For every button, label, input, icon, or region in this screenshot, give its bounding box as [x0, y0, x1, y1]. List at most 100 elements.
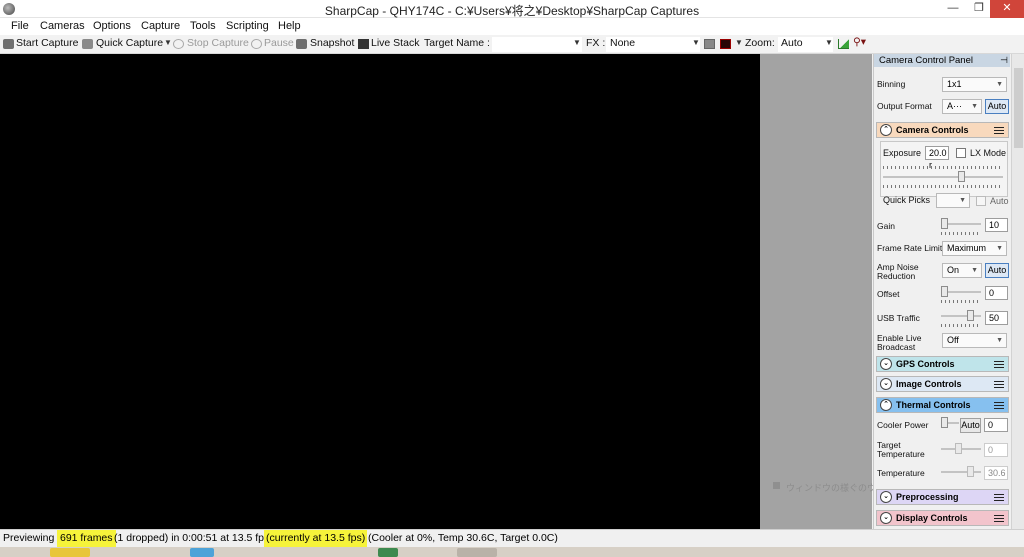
red-filter-icon[interactable] — [720, 39, 731, 49]
quick-capture-dropdown-icon[interactable]: ▼ — [164, 38, 172, 47]
magnifier-icon[interactable]: ⚲▾ — [853, 36, 866, 48]
frame-rate-limit-select[interactable]: Maximum ▼ — [942, 241, 1007, 256]
target-name-input[interactable] — [492, 37, 582, 52]
thermal-controls-header[interactable]: ⌃ Thermal Controls — [876, 397, 1009, 413]
taskbar-item[interactable] — [457, 548, 497, 557]
menu-scripting[interactable]: Scripting — [226, 20, 269, 32]
exposure-slider-thumb[interactable] — [958, 171, 965, 182]
preview-viewport[interactable] — [0, 54, 760, 529]
menu-options[interactable]: Options — [93, 20, 131, 32]
lx-mode-checkbox[interactable] — [956, 148, 966, 158]
stop-icon — [173, 39, 184, 49]
stop-capture-button[interactable]: Stop Capture — [187, 37, 249, 49]
display-controls-header[interactable]: ⌄ Display Controls — [876, 510, 1009, 526]
live-broadcast-select[interactable]: Off ▼ — [942, 333, 1007, 348]
usb-traffic-slider-thumb[interactable] — [967, 310, 974, 321]
menu-icon[interactable] — [994, 381, 1004, 388]
offset-label: Offset — [877, 289, 900, 299]
chart-icon[interactable] — [838, 39, 849, 49]
binning-dropdown-icon: ▼ — [996, 81, 1003, 88]
fx-select[interactable]: None — [606, 37, 700, 52]
quick-capture-button[interactable]: Quick Capture — [96, 37, 163, 49]
menu-icon[interactable] — [994, 361, 1004, 368]
gain-ticks — [941, 232, 979, 235]
amp-noise-auto-button[interactable]: Auto — [985, 263, 1009, 278]
target-temperature-slider-thumb[interactable] — [955, 443, 962, 454]
exposure-input[interactable]: 20.0 r — [925, 146, 949, 170]
cooler-power-auto-button[interactable]: Auto — [960, 418, 981, 433]
live-broadcast-label-line2: Broadcast — [877, 342, 916, 352]
status-bar: Previewing : 691 frames (1 dropped) in 0… — [0, 529, 1024, 547]
binning-select[interactable]: 1x1 ▼ — [942, 77, 1007, 92]
menu-icon[interactable] — [994, 127, 1004, 134]
window-title: SharpCap - QHY174C - C:¥Users¥将之¥Desktop… — [324, 4, 700, 18]
image-controls-header[interactable]: ⌄ Image Controls — [876, 376, 1009, 392]
cooler-power-slider-thumb[interactable] — [941, 417, 948, 428]
offset-slider[interactable] — [941, 286, 981, 298]
offset-ticks — [941, 300, 979, 303]
gain-input[interactable]: 10 — [985, 218, 1008, 232]
quick-picks-auto-checkbox[interactable] — [976, 196, 986, 206]
close-button[interactable]: ✕ — [990, 0, 1024, 18]
start-capture-button[interactable]: Start Capture — [16, 37, 78, 49]
taskbar-item[interactable] — [190, 548, 214, 557]
taskbar-item[interactable] — [50, 548, 90, 557]
fx-dropdown-icon[interactable]: ▼ — [692, 38, 700, 47]
maximize-button[interactable]: ❐ — [966, 0, 992, 18]
gain-slider[interactable] — [941, 218, 981, 230]
pause-button[interactable]: Pause — [264, 37, 294, 49]
expand-icon: ⌄ — [880, 378, 892, 390]
gps-controls-header[interactable]: ⌄ GPS Controls — [876, 356, 1009, 372]
snapshot-icon — [296, 39, 307, 49]
cooler-power-input[interactable]: 0 — [984, 418, 1008, 432]
usb-traffic-input[interactable]: 50 — [985, 311, 1008, 325]
taskbar-item[interactable] — [378, 548, 398, 557]
panel-scrollbar-thumb[interactable] — [1014, 68, 1023, 148]
snapshot-button[interactable]: Snapshot — [310, 37, 354, 49]
panel-scrollbar[interactable] — [1011, 54, 1024, 529]
output-format-select[interactable]: A··· ▼ — [942, 99, 982, 114]
status-cooler: (Cooler at 0%, Temp 30.6C, Target 0.0C) — [368, 532, 558, 544]
offset-input[interactable]: 0 — [985, 286, 1008, 300]
menu-tools[interactable]: Tools — [190, 20, 216, 32]
camera-controls-header[interactable]: ⌃ Camera Controls — [876, 122, 1009, 138]
amp-noise-select[interactable]: On ▼ — [942, 263, 982, 278]
target-name-dropdown-icon[interactable]: ▼ — [573, 38, 581, 47]
image-controls-title: Image Controls — [896, 379, 962, 389]
collapse-icon: ⌃ — [880, 399, 892, 411]
minimize-button[interactable]: — — [940, 0, 966, 18]
menu-help[interactable]: Help — [278, 20, 301, 32]
output-format-value: A··· — [947, 101, 962, 111]
live-stack-button[interactable]: Live Stack — [371, 37, 419, 49]
menu-capture[interactable]: Capture — [141, 20, 180, 32]
exposure-slider[interactable] — [883, 171, 1003, 183]
display-controls-title: Display Controls — [896, 513, 968, 523]
preprocessing-header[interactable]: ⌄ Preprocessing — [876, 489, 1009, 505]
filter-dropdown-icon[interactable]: ▼ — [735, 38, 743, 47]
zoom-dropdown-icon[interactable]: ▼ — [825, 38, 833, 47]
cooler-power-label: Cooler Power — [877, 420, 929, 430]
offset-slider-thumb[interactable] — [941, 286, 948, 297]
lx-mode-label: LX Mode — [970, 148, 1007, 158]
gain-slider-thumb[interactable] — [941, 218, 948, 229]
menu-cameras[interactable]: Cameras — [40, 20, 85, 32]
cooler-power-slider[interactable] — [941, 417, 959, 429]
amp-noise-dropdown-icon: ▼ — [971, 267, 978, 274]
menu-icon[interactable] — [994, 402, 1004, 409]
live-broadcast-label: Enable Live Broadcast — [877, 334, 921, 352]
pin-icon[interactable]: ⊣ — [1000, 54, 1008, 67]
menu-icon[interactable] — [994, 515, 1004, 522]
histogram-icon[interactable] — [704, 39, 715, 49]
menu-file[interactable]: File — [11, 20, 29, 32]
usb-traffic-slider[interactable] — [941, 310, 981, 322]
amp-noise-label-line2: Reduction — [877, 271, 916, 281]
fx-label: FX : — [586, 37, 606, 49]
thermal-controls-title: Thermal Controls — [896, 400, 971, 410]
output-format-auto-button[interactable]: Auto — [985, 99, 1009, 114]
workspace-background — [760, 54, 872, 529]
menu-icon[interactable] — [994, 494, 1004, 501]
temperature-value: 30.6 — [984, 466, 1008, 480]
target-temperature-input[interactable]: 0 — [984, 443, 1008, 457]
target-temperature-slider[interactable] — [941, 443, 981, 455]
quick-picks-select[interactable]: ▼ — [936, 193, 970, 208]
